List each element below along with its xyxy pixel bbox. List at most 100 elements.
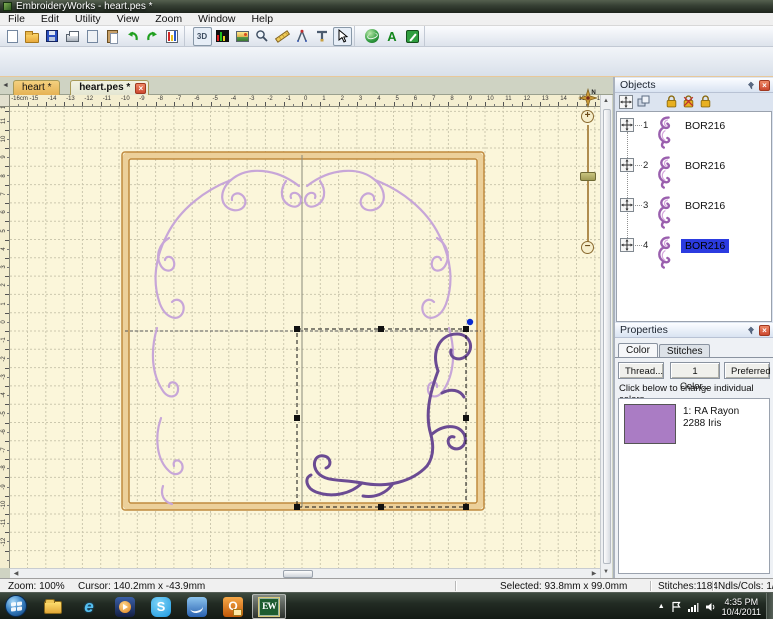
start-button[interactable]: [5, 595, 27, 617]
title-bar[interactable]: EmbroideryWorks - heart.pes *: [0, 0, 773, 13]
zoom-in-button[interactable]: +: [581, 110, 594, 123]
new-document-button[interactable]: [3, 27, 22, 46]
object-list-item-1[interactable]: 1BOR216: [617, 112, 771, 152]
menu-item-help[interactable]: Help: [243, 13, 281, 26]
menu-item-utility[interactable]: Utility: [67, 13, 109, 26]
taskbar-blue-app-button[interactable]: [180, 594, 214, 619]
menu-item-file[interactable]: File: [0, 13, 33, 26]
document-tab-1[interactable]: heart *: [13, 80, 60, 95]
horizontal-scrollbar[interactable]: ◀ ▶: [10, 568, 600, 578]
menu-item-edit[interactable]: Edit: [33, 13, 67, 26]
thread-color-swatch[interactable]: [624, 404, 676, 444]
rotation-handle[interactable]: [467, 319, 473, 325]
tree-branch: [635, 245, 642, 246]
move-handle-icon[interactable]: [620, 158, 634, 172]
object-label[interactable]: BOR216: [681, 199, 729, 213]
compass-tool-button[interactable]: [293, 27, 312, 46]
selection-handle[interactable]: [463, 326, 469, 332]
lock-crossed-icon[interactable]: [682, 95, 695, 108]
selection-handle[interactable]: [463, 415, 469, 421]
undo-button[interactable]: [123, 27, 142, 46]
selection-handle[interactable]: [463, 504, 469, 510]
select-pointer-button[interactable]: [333, 27, 352, 46]
horizontal-scroll-thumb[interactable]: [283, 570, 313, 578]
zoom-tool-button[interactable]: [253, 27, 272, 46]
document-tab-2[interactable]: heart.pes *×: [70, 80, 149, 95]
pin-icon[interactable]: [747, 326, 755, 335]
color-sequence-button[interactable]: [163, 27, 182, 46]
ruler-minor-tick: [7, 340, 9, 341]
object-label[interactable]: BOR216: [681, 239, 729, 253]
clock[interactable]: 4:35 PM 10/4/2011: [722, 597, 761, 617]
zoom-slider-handle[interactable]: [580, 172, 596, 181]
object-list-item-3[interactable]: 3BOR216: [617, 192, 771, 232]
ruler-tick: [5, 276, 9, 277]
lettering-button[interactable]: A: [383, 27, 402, 46]
one-color-button[interactable]: 1 Color...: [670, 362, 720, 379]
measure-button[interactable]: [273, 27, 292, 46]
print-preview-button[interactable]: [83, 27, 102, 46]
selection-handle[interactable]: [378, 504, 384, 510]
object-list-item-2[interactable]: 2 BOR216: [617, 152, 771, 192]
lock-closed-icon[interactable]: [699, 95, 712, 108]
taskbar-ie-button[interactable]: e: [72, 594, 106, 619]
zoom-out-button[interactable]: −: [581, 241, 594, 254]
render-3d-button[interactable]: 3D: [193, 27, 212, 46]
vertical-scroll-thumb[interactable]: [603, 109, 611, 564]
scroll-up-icon[interactable]: ▲: [601, 96, 611, 106]
tab-close-icon[interactable]: ×: [135, 83, 146, 94]
selection-handle[interactable]: [378, 326, 384, 332]
thread-button[interactable]: Thread...: [618, 362, 664, 379]
ruler-label: 1: [1, 297, 7, 311]
properties-tab-stitches[interactable]: Stitches: [659, 344, 711, 358]
redo-button[interactable]: [143, 27, 162, 46]
tsquare-tool-button[interactable]: [313, 27, 332, 46]
move-handle-icon[interactable]: [620, 238, 634, 252]
show-desktop-button[interactable]: [766, 593, 773, 619]
move-objects-icon[interactable]: [619, 95, 633, 109]
save-button[interactable]: [43, 27, 62, 46]
menu-item-view[interactable]: View: [109, 13, 148, 26]
scroll-down-icon[interactable]: ▼: [601, 567, 611, 577]
speaker-icon[interactable]: [705, 601, 716, 613]
refresh-colors-button[interactable]: [363, 27, 382, 46]
selection-handle[interactable]: [294, 504, 300, 510]
print-button[interactable]: [63, 27, 82, 46]
move-handle-icon[interactable]: [620, 118, 634, 132]
object-label[interactable]: BOR216: [681, 159, 729, 173]
taskbar-outlook-button[interactable]: O: [216, 594, 250, 619]
objects-panel-close-icon[interactable]: ×: [759, 80, 770, 91]
open-button[interactable]: [23, 27, 42, 46]
taskbar-skype-button[interactable]: S: [144, 594, 178, 619]
paste-button[interactable]: [103, 27, 122, 46]
design-notes-button[interactable]: [403, 27, 422, 46]
thread-color-list[interactable]: 1: RA Rayon2288 Iris: [618, 398, 770, 574]
stitch-chart-button[interactable]: [213, 27, 232, 46]
properties-tab-color[interactable]: Color: [618, 343, 658, 357]
selection-handle[interactable]: [294, 326, 300, 332]
design-canvas[interactable]: [10, 107, 601, 568]
move-handle-icon[interactable]: [620, 198, 634, 212]
pin-icon[interactable]: [747, 81, 755, 90]
object-number: 2: [643, 160, 648, 171]
object-label[interactable]: BOR216: [681, 119, 729, 133]
network-icon[interactable]: [687, 601, 699, 613]
combine-objects-icon[interactable]: [637, 95, 651, 108]
vertical-scrollbar[interactable]: ▲ ▼: [600, 95, 612, 578]
selection-handle[interactable]: [294, 415, 300, 421]
image-button[interactable]: [233, 27, 252, 46]
menu-item-window[interactable]: Window: [190, 13, 243, 26]
action-center-flag-icon[interactable]: [671, 601, 681, 613]
taskbar-explorer-button[interactable]: [36, 594, 70, 619]
taskbar-embroideryworks-button[interactable]: EW: [252, 594, 286, 619]
properties-panel-close-icon[interactable]: ×: [759, 325, 770, 336]
tray-expand-icon[interactable]: ▲: [658, 603, 665, 610]
object-list-item-4[interactable]: 4BOR216: [617, 232, 771, 272]
preferred-button[interactable]: Preferred: [724, 362, 770, 379]
menu-item-zoom[interactable]: Zoom: [147, 13, 190, 26]
taskbar-mediaplayer-button[interactable]: [108, 594, 142, 619]
tab-scroll-left-icon[interactable]: ◄: [2, 82, 9, 89]
thread-entry[interactable]: 1: RA Rayon2288 Iris: [619, 399, 769, 449]
lock-open-icon[interactable]: [665, 95, 678, 108]
zoom-slider-track[interactable]: [587, 125, 589, 243]
